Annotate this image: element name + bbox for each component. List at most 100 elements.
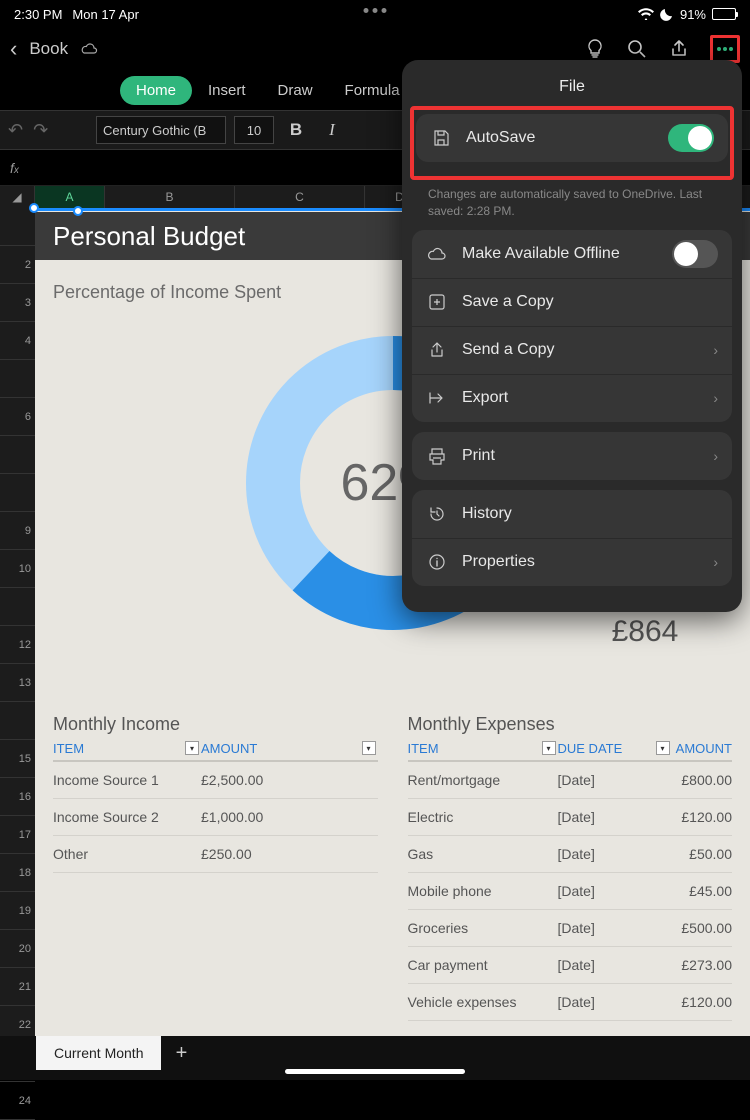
cloud-sync-icon[interactable]	[80, 42, 98, 56]
table-row[interactable]: Mobile phone[Date]£45.00	[408, 873, 733, 910]
autosave-toggle[interactable]	[668, 124, 714, 152]
expenses-table: Monthly Expenses ITEM▾ DUE DATE▾ AMOUNT …	[408, 714, 733, 1021]
undo-button[interactable]: ↶	[8, 120, 23, 141]
th-item: ITEM▾	[408, 741, 558, 756]
table-row[interactable]: Income Source 1£2,500.00	[53, 762, 378, 799]
th-amount: AMOUNT▾	[201, 741, 378, 756]
history-icon	[426, 505, 448, 523]
share-icon[interactable]	[668, 38, 690, 60]
selection-handle[interactable]	[29, 203, 39, 213]
col-header[interactable]: A	[35, 186, 105, 208]
export-row[interactable]: Export ›	[412, 374, 732, 422]
col-header[interactable]: B	[105, 186, 235, 208]
row-header[interactable]: 13	[0, 664, 35, 702]
table-row[interactable]: Groceries[Date]£500.00	[408, 910, 733, 947]
chevron-right-icon: ›	[713, 448, 718, 464]
sheet-tab-current[interactable]: Current Month	[36, 1036, 161, 1070]
table-row[interactable]: Rent/mortgage[Date]£800.00	[408, 762, 733, 799]
table-row[interactable]: Electric[Date]£120.00	[408, 799, 733, 836]
font-size-select[interactable]: 10	[234, 116, 274, 144]
file-menu-panel: File AutoSave Changes are automatically …	[402, 60, 742, 612]
more-menu-button[interactable]	[710, 35, 740, 63]
tab-insert[interactable]: Insert	[192, 76, 262, 105]
italic-button[interactable]: I	[318, 120, 346, 140]
cash-value: £864	[612, 615, 718, 649]
fx-icon: fx	[10, 160, 19, 176]
row-header[interactable]	[0, 436, 35, 474]
row-headers: 2346910121315161718192021222324	[0, 208, 35, 1046]
table-row[interactable]: Income Source 2£1,000.00	[53, 799, 378, 836]
lightbulb-icon[interactable]	[584, 38, 606, 60]
status-time: 2:30 PM	[14, 7, 62, 22]
print-row[interactable]: Print ›	[412, 432, 732, 480]
add-sheet-button[interactable]: +	[161, 1036, 201, 1070]
filter-dropdown-icon[interactable]: ▾	[362, 741, 376, 755]
export-icon	[426, 389, 448, 407]
row-header[interactable]: 4	[0, 322, 35, 360]
history-row[interactable]: History	[412, 490, 732, 538]
row-header[interactable]: 17	[0, 816, 35, 854]
row-header[interactable]: 21	[0, 968, 35, 1006]
bold-button[interactable]: B	[282, 120, 310, 140]
tab-home[interactable]: Home	[120, 76, 192, 105]
autosave-note: Changes are automatically saved to OneDr…	[412, 186, 732, 230]
home-indicator[interactable]	[285, 1069, 465, 1074]
th-item: ITEM▾	[53, 741, 201, 756]
autosave-icon	[430, 128, 452, 148]
battery-icon	[712, 8, 736, 20]
wifi-icon	[638, 8, 654, 20]
send-copy-row[interactable]: Send a Copy ›	[412, 326, 732, 374]
row-header[interactable]: 19	[0, 892, 35, 930]
multitask-dots-icon[interactable]	[364, 8, 387, 13]
row-header[interactable]: 24	[0, 1082, 35, 1120]
row-header[interactable]: 6	[0, 398, 35, 436]
row-header[interactable]: 18	[0, 854, 35, 892]
table-row[interactable]: Gas[Date]£50.00	[408, 836, 733, 873]
table-row[interactable]: Car payment[Date]£273.00	[408, 947, 733, 984]
row-header[interactable]	[0, 474, 35, 512]
chevron-right-icon: ›	[713, 342, 718, 358]
row-header[interactable]: 20	[0, 930, 35, 968]
table-row[interactable]: Other£250.00	[53, 836, 378, 873]
col-header[interactable]: C	[235, 186, 365, 208]
file-menu-title: File	[412, 72, 732, 110]
print-icon	[426, 447, 448, 465]
row-header[interactable]	[0, 588, 35, 626]
offline-toggle[interactable]	[672, 240, 718, 268]
sheet-title: Personal Budget	[53, 221, 245, 252]
save-copy-row[interactable]: Save a Copy	[412, 278, 732, 326]
row-header[interactable]: 9	[0, 512, 35, 550]
selection-handle[interactable]	[73, 206, 83, 216]
autosave-row[interactable]: AutoSave	[416, 114, 728, 162]
filter-dropdown-icon[interactable]: ▾	[542, 741, 556, 755]
chevron-right-icon: ›	[713, 554, 718, 570]
save-copy-icon	[426, 293, 448, 311]
chevron-right-icon: ›	[713, 390, 718, 406]
filter-dropdown-icon[interactable]: ▾	[656, 741, 670, 755]
autosave-label: AutoSave	[466, 129, 535, 147]
row-header[interactable]: 2	[0, 246, 35, 284]
row-header[interactable]: 10	[0, 550, 35, 588]
row-header[interactable]: 3	[0, 284, 35, 322]
font-family-select[interactable]: Century Gothic (B	[96, 116, 226, 144]
row-header[interactable]	[0, 702, 35, 740]
row-header[interactable]: 15	[0, 740, 35, 778]
tab-draw[interactable]: Draw	[262, 76, 329, 105]
cloud-offline-icon	[426, 246, 448, 262]
redo-button[interactable]: ↷	[33, 120, 48, 141]
document-title[interactable]: Book	[29, 39, 68, 59]
info-icon	[426, 553, 448, 571]
table-row[interactable]: Vehicle expenses[Date]£120.00	[408, 984, 733, 1021]
filter-dropdown-icon[interactable]: ▾	[185, 741, 199, 755]
row-header[interactable]: 12	[0, 626, 35, 664]
offline-row[interactable]: Make Available Offline	[412, 230, 732, 278]
th-amount: AMOUNT	[672, 741, 733, 756]
status-date: Mon 17 Apr	[72, 7, 139, 22]
row-header[interactable]	[0, 360, 35, 398]
back-button[interactable]: ‹	[10, 36, 17, 62]
expenses-heading: Monthly Expenses	[408, 714, 733, 735]
properties-row[interactable]: Properties ›	[412, 538, 732, 586]
row-header[interactable]	[0, 208, 35, 246]
row-header[interactable]: 16	[0, 778, 35, 816]
search-icon[interactable]	[626, 38, 648, 60]
